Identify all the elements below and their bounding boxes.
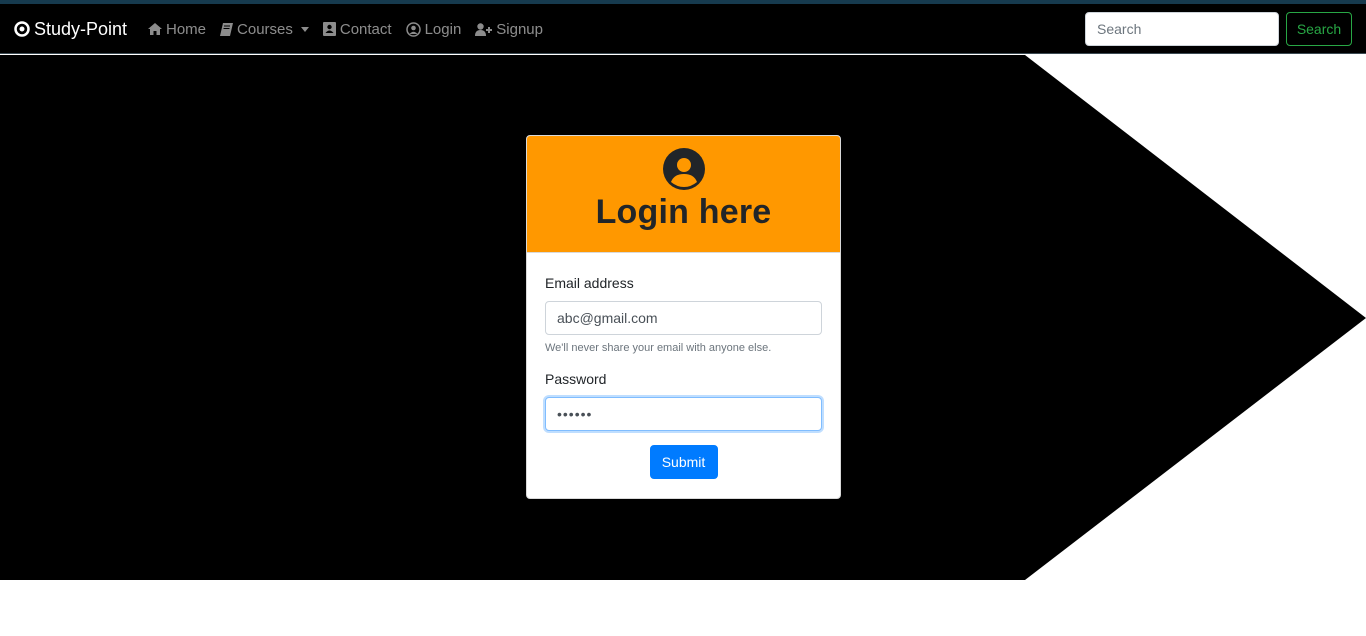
user-circle-icon bbox=[662, 148, 705, 190]
login-card: Login here Email address We'll never sha… bbox=[526, 135, 841, 499]
user-plus-icon bbox=[475, 22, 493, 36]
brand-name: Study-Point bbox=[34, 18, 128, 39]
nav-home[interactable]: Home bbox=[148, 21, 206, 38]
login-title: Login here bbox=[595, 193, 772, 231]
nav-signup-label: Signup bbox=[496, 20, 543, 38]
email-help-text: We'll never share your email with anyone… bbox=[545, 342, 772, 354]
nav-links: Home Courses Contact Login Signup bbox=[148, 4, 557, 54]
email-label: Email address bbox=[545, 275, 634, 291]
nav-login-label: Login bbox=[424, 20, 462, 38]
login-form: Email address We'll never share your ema… bbox=[527, 275, 840, 479]
user-circle-icon bbox=[405, 21, 421, 37]
brand-link[interactable]: Study-Point bbox=[14, 4, 127, 54]
nav-home-label: Home bbox=[166, 20, 207, 38]
search-input[interactable] bbox=[1085, 12, 1279, 46]
nav-contact[interactable]: Contact bbox=[322, 20, 392, 38]
nav-login[interactable]: Login bbox=[405, 20, 462, 38]
nav-signup[interactable]: Signup bbox=[475, 21, 543, 38]
submit-button[interactable]: Submit bbox=[649, 445, 718, 479]
nav-courses-label: Courses bbox=[237, 20, 293, 38]
target-icon bbox=[14, 21, 30, 37]
navbar: Study-Point Home Courses Contact Login S… bbox=[0, 4, 1366, 54]
nav-courses[interactable]: Courses bbox=[220, 21, 309, 38]
home-icon bbox=[148, 23, 162, 35]
password-field[interactable] bbox=[545, 397, 822, 431]
login-card-header: Login here bbox=[527, 136, 840, 253]
address-book-icon bbox=[322, 22, 336, 36]
nav-contact-label: Contact bbox=[339, 20, 392, 38]
caret-down-icon bbox=[300, 26, 309, 32]
password-label: Password bbox=[545, 371, 607, 387]
submit-wrap: Submit bbox=[545, 445, 822, 479]
search-button[interactable]: Search bbox=[1286, 12, 1352, 46]
book-icon bbox=[220, 22, 234, 36]
email-field[interactable] bbox=[545, 301, 822, 335]
